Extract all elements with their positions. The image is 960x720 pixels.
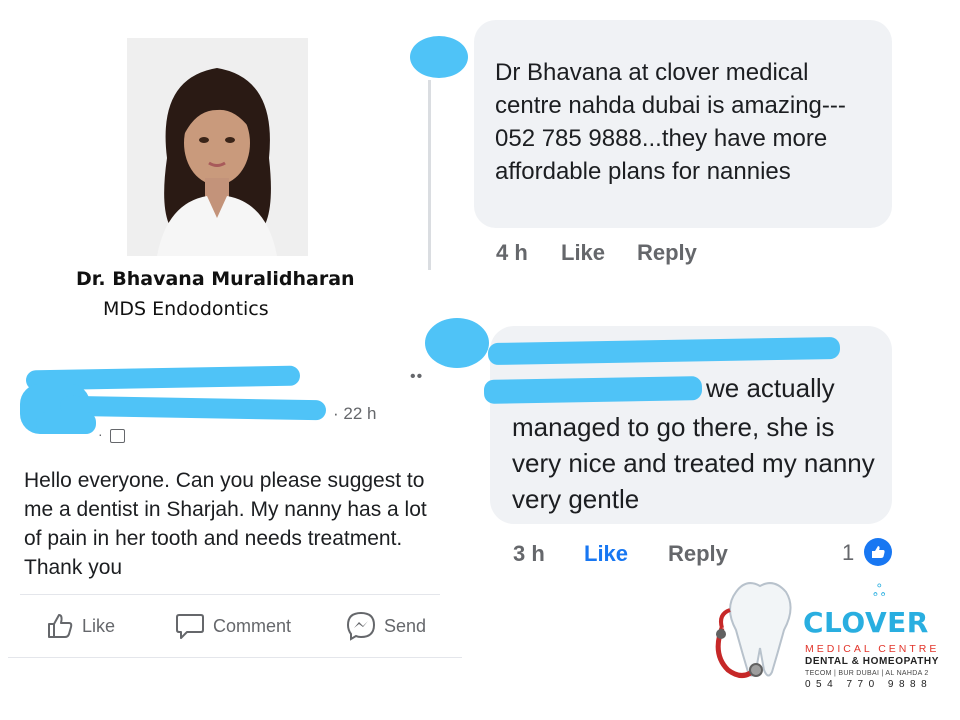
comment-button[interactable]: Comment	[175, 610, 291, 642]
logo-services: DENTAL & HOMEOPATHY	[805, 656, 939, 667]
comment-label: Comment	[213, 615, 292, 636]
like-button[interactable]: Like	[46, 610, 115, 642]
group-audience-icon	[110, 429, 125, 443]
comment-text-start: we actually	[706, 373, 835, 403]
comment-bubble-icon	[175, 612, 205, 640]
doctor-name: Dr. Bhavana Muralidharan	[76, 268, 355, 290]
doctor-photo	[127, 38, 308, 256]
comment-reply-button[interactable]: Reply	[668, 541, 728, 567]
comment-timestamp[interactable]: 4 h	[496, 240, 528, 266]
post-menu-button[interactable]: ••	[410, 368, 423, 386]
comment-like-button-active[interactable]: Like	[584, 541, 628, 567]
comment-reply-button[interactable]: Reply	[637, 240, 697, 266]
clover-mark-icon: ஃ	[873, 583, 886, 600]
divider	[8, 657, 462, 658]
comment-like-button[interactable]: Like	[561, 240, 605, 266]
send-label: Send	[384, 615, 427, 636]
comment-timestamp[interactable]: 3 h	[513, 541, 545, 567]
thumbs-up-icon	[46, 612, 74, 640]
post-timestamp[interactable]: · 22 h	[333, 404, 376, 424]
messenger-icon	[346, 611, 376, 641]
logo-locations: TECOM | BUR DUBAI | AL NAHDA 2	[805, 670, 929, 677]
post-text: Hello everyone. Can you please suggest t…	[24, 469, 427, 579]
like-reaction-icon[interactable]	[864, 538, 892, 566]
logo-phone: 054 770 9888	[805, 679, 933, 690]
redaction-scribble	[59, 395, 327, 421]
send-button[interactable]: Send	[346, 610, 426, 642]
avatar-redaction	[410, 36, 468, 78]
redaction-scribble	[36, 412, 96, 434]
like-label: Like	[82, 615, 116, 636]
reaction-count[interactable]: 1	[842, 540, 854, 566]
comment-text: managed to go there, she is very nice an…	[512, 412, 875, 514]
doctor-title: MDS Endodontics	[103, 298, 269, 320]
logo-name: CLOVER	[803, 606, 929, 639]
comment-text: Dr Bhavana at clover medical centre nahd…	[495, 59, 846, 185]
redaction-scribble	[483, 376, 703, 404]
thread-line	[428, 80, 431, 270]
logo-subtitle: MEDICAL CENTRE	[805, 643, 940, 655]
divider	[20, 594, 440, 595]
audience-dot: ·	[98, 426, 103, 442]
avatar-redaction	[425, 318, 489, 368]
